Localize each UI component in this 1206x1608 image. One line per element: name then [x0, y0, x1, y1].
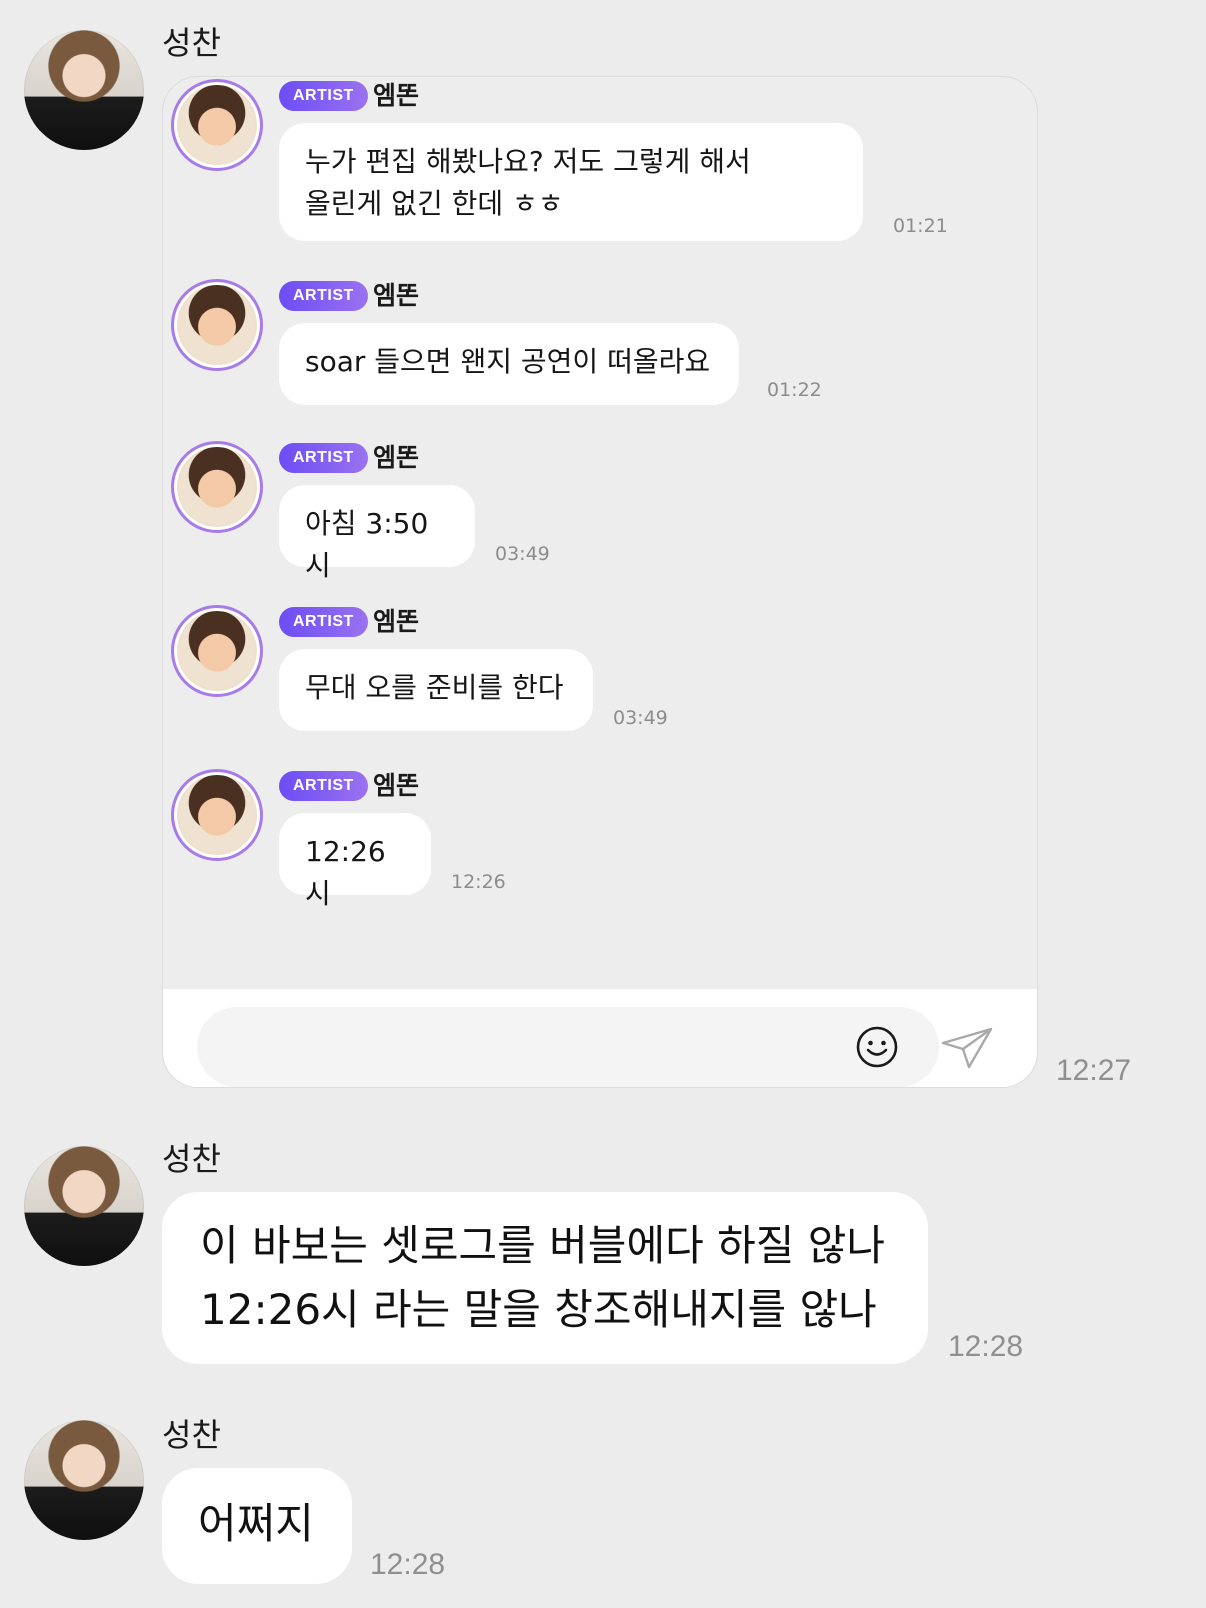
artist-name: 엠똔 — [373, 607, 420, 636]
message-time: 12:28 — [370, 1548, 446, 1581]
avatar-seongchan[interactable] — [24, 1420, 144, 1540]
sender-name: 성찬 — [162, 1416, 221, 1454]
artist-message-bubble: 무대 오를 준비를 한다 — [279, 649, 593, 731]
message-time: 12:27 — [1056, 1054, 1132, 1087]
artist-message-bubble: 누가 편집 해봤나요? 저도 그렇게 해서 올린게 없긴 한데 ㅎㅎ — [279, 123, 863, 241]
message-bubble: 어쩌지 — [162, 1468, 352, 1584]
artist-avatar — [171, 605, 263, 697]
artist-badge: ARTIST — [279, 281, 368, 311]
message-input-bar — [163, 989, 1037, 1087]
artist-message-bubble: 아침 3:50시 — [279, 485, 475, 582]
artist-avatar — [171, 279, 263, 371]
artist-name: 엠똔 — [373, 771, 420, 800]
message-time: 01:22 — [767, 379, 822, 401]
message-input[interactable] — [197, 1007, 939, 1087]
message-time: 01:21 — [893, 215, 948, 237]
artist-badge: ARTIST — [279, 607, 368, 637]
message-time: 03:49 — [495, 543, 550, 565]
message-bubble: 이 바보는 셋로그를 버블에다 하질 않나 12:26시 라는 말을 창조해내지… — [162, 1192, 928, 1364]
artist-avatar — [171, 769, 263, 861]
avatar-seongchan[interactable] — [24, 1146, 144, 1266]
artist-avatar — [171, 441, 263, 533]
avatar-seongchan[interactable] — [24, 30, 144, 150]
artist-avatar — [171, 79, 263, 171]
artist-message-bubble: 12:26시 — [279, 813, 431, 910]
shared-screenshot[interactable]: ARTIST 엠똔 누가 편집 해봤나요? 저도 그렇게 해서 올린게 없긴 한… — [162, 76, 1038, 1088]
message-time: 03:49 — [613, 707, 668, 729]
artist-message-bubble: soar 들으면 왠지 공연이 떠올라요 — [279, 323, 739, 405]
message-time: 12:26 — [451, 871, 506, 893]
smiley-icon[interactable] — [855, 1025, 899, 1069]
artist-badge: ARTIST — [279, 771, 368, 801]
artist-badge: ARTIST — [279, 443, 368, 473]
sender-name: 성찬 — [162, 24, 221, 62]
paper-plane-icon[interactable] — [939, 1023, 995, 1071]
artist-name: 엠똔 — [373, 443, 420, 472]
message-time: 12:28 — [948, 1330, 1024, 1363]
artist-name: 엠똔 — [373, 81, 420, 110]
artist-name: 엠똔 — [373, 281, 420, 310]
artist-badge: ARTIST — [279, 81, 368, 111]
sender-name: 성찬 — [162, 1140, 221, 1178]
